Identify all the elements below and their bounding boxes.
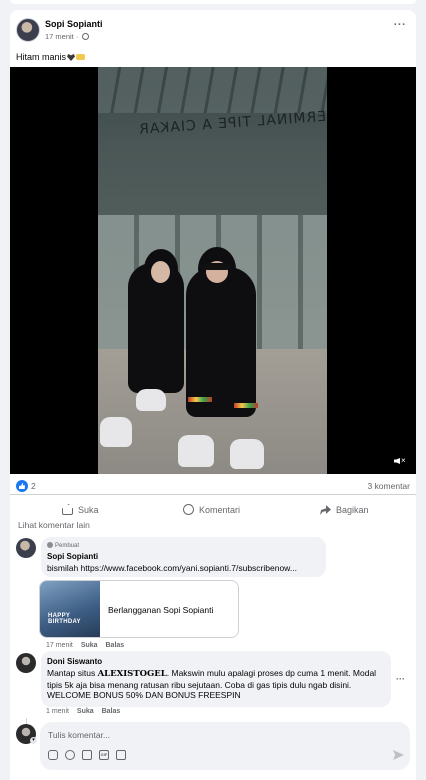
comment-button[interactable]: Komentari — [183, 504, 240, 518]
sticker-icon[interactable] — [48, 750, 58, 760]
author-name[interactable]: Sopi Sopianti — [45, 19, 103, 29]
comment-bubble: Doni Siswanto Mantap situs ALEXISTOGEL. … — [41, 651, 391, 707]
sunglasses — [204, 263, 230, 270]
video-frame: TERMINAL TIPE A CIAKAR — [98, 67, 327, 474]
comment-count[interactable]: 3 komentar — [367, 481, 410, 491]
frame-icon[interactable] — [116, 750, 126, 760]
author-badge-icon — [47, 542, 53, 548]
author-avatar[interactable] — [16, 18, 40, 42]
sneaker — [136, 389, 166, 411]
comment-label: Komentari — [199, 505, 241, 515]
see-more-comments[interactable]: Lihat komentar lain — [18, 520, 90, 530]
comment-bubble: Pembuat Sopi Sopianti bismilah https://w… — [41, 537, 326, 577]
post-card: Sopi Sopianti 17 menit · ··· Hitam manis… — [10, 10, 416, 780]
share-label: Bagikan — [336, 505, 369, 515]
person-left-face — [151, 261, 170, 283]
commenter-name[interactable]: Sopi Sopianti — [47, 552, 98, 561]
comment-composer: GIF — [40, 722, 410, 770]
post-time[interactable]: 17 menit — [45, 32, 74, 41]
emoji-icon[interactable] — [65, 750, 75, 760]
comment-reply-button[interactable]: Balas — [106, 642, 125, 649]
sneaker — [100, 417, 132, 447]
reaction-count[interactable]: 2 — [31, 481, 36, 491]
thumbs-up-icon — [62, 504, 73, 515]
author-badge: Pembuat — [47, 542, 79, 549]
thumbnail-text: HAPPY BIRTHDAY — [48, 613, 81, 625]
comment-meta: 17 menit Suka Balas — [46, 642, 124, 649]
link-preview-card[interactable]: HAPPY BIRTHDAY Berlangganan Sopi Sopiant… — [39, 580, 239, 638]
like-button[interactable]: Suka — [62, 504, 99, 518]
link-preview-image: HAPPY BIRTHDAY — [40, 581, 100, 637]
chevron-down-icon[interactable]: ▾ — [30, 737, 37, 744]
emoji-icon — [76, 54, 86, 60]
like-label: Suka — [78, 505, 99, 515]
post-options-button[interactable]: ··· — [390, 19, 410, 37]
black-heart-icon — [67, 54, 76, 61]
link-preview-title: Berlangganan Sopi Sopianti — [108, 605, 214, 615]
globe-icon — [82, 33, 90, 40]
comment-text[interactable]: bismilah https://www.facebook.com/yani.s… — [47, 563, 325, 573]
comment-time[interactable]: 1 menit — [46, 708, 69, 715]
camera-icon[interactable] — [82, 750, 92, 760]
sneaker — [178, 435, 214, 467]
video-player[interactable]: TERMINAL TIPE A CIAKAR × — [10, 67, 416, 474]
gif-icon[interactable]: GIF — [99, 750, 109, 760]
comment-icon — [183, 504, 194, 515]
commenter-name[interactable]: Doni Siswanto — [47, 657, 102, 666]
sneaker — [230, 439, 264, 469]
comment-reply-button[interactable]: Balas — [102, 708, 121, 715]
meta-separator: · — [75, 32, 79, 41]
post-meta: 17 menit · — [45, 32, 90, 41]
previous-post-edge — [10, 0, 416, 4]
author-badge-label: Pembuat — [55, 543, 80, 549]
reaction-summary: 2 3 komentar — [16, 480, 410, 494]
comment-meta: 1 menit Suka Balas — [46, 708, 120, 715]
speaker-muted-icon — [394, 458, 400, 464]
mute-x-icon: × — [401, 456, 406, 465]
comment-options-button[interactable]: ··· — [396, 674, 405, 684]
share-icon — [320, 505, 331, 515]
comment-text-part: Mantap situs — [47, 668, 98, 678]
comment-text[interactable]: Mantap situs ALEXISTOGEL. Makswin mulu a… — [47, 668, 389, 701]
send-icon[interactable] — [393, 750, 404, 760]
post-header: Sopi Sopianti 17 menit · ··· — [16, 18, 410, 46]
striped-sock — [188, 397, 212, 402]
commenter-avatar[interactable] — [16, 538, 36, 558]
comment-like-button[interactable]: Suka — [81, 642, 98, 649]
post-caption: Hitam manis — [16, 52, 86, 62]
like-reaction-icon[interactable] — [16, 480, 28, 492]
caption-text: Hitam manis — [16, 52, 67, 62]
comment-like-button[interactable]: Suka — [77, 708, 94, 715]
comment-input[interactable] — [48, 728, 398, 742]
share-button[interactable]: Bagikan — [320, 504, 369, 518]
building-facade — [98, 67, 327, 113]
striped-sock — [234, 403, 258, 408]
commenter-avatar[interactable] — [16, 653, 36, 673]
comment-time[interactable]: 17 menit — [46, 642, 73, 649]
comment-brand-text: ALEXISTOGEL — [97, 669, 167, 679]
mute-button[interactable]: × — [394, 456, 406, 466]
